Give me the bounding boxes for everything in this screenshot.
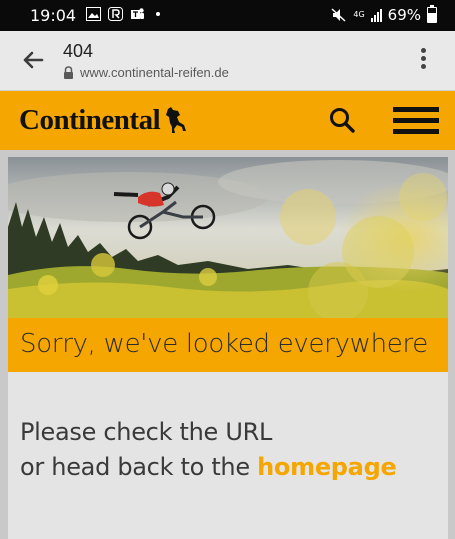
homepage-link[interactable]: homepage [257,453,397,481]
hero-image-mountain-biker [8,157,448,318]
more-vert-icon[interactable] [421,48,427,72]
gallery-icon [86,7,101,21]
tab-title: 404 [63,41,94,61]
battery-percent: 69% [387,6,421,24]
mute-icon [331,8,346,22]
search-icon[interactable] [328,106,356,134]
hamburger-menu-icon[interactable] [393,107,439,134]
browser-toolbar: 404 www.continental-reifen.de [0,31,455,91]
more-notifications-dot [156,12,160,16]
url-text: www.continental-reifen.de [80,65,229,80]
lock-icon [64,66,73,79]
battery-icon [427,5,437,23]
network-type: 4G [353,10,365,19]
message-line-2-text: or head back to the [20,453,258,481]
error-heading: Sorry, we've looked everywhere [20,329,429,359]
notification-icons [86,7,160,21]
message-line-2: or head back to the homepage [20,450,397,485]
r-app-icon [108,7,123,21]
message-line-1: Please check the URL [20,418,273,446]
signal-icon [370,8,382,22]
status-bar: 19:04 4G 69% [0,0,455,31]
site-header: Continental [0,91,455,150]
horse-icon [166,107,187,133]
logo-text: Continental [19,103,161,136]
error-banner: Sorry, we've looked everywhere [8,318,448,372]
continental-logo[interactable]: Continental [19,104,188,136]
error-content: Sorry, we've looked everywhere Please ch… [8,157,448,539]
address-bar[interactable]: www.continental-reifen.de [63,65,229,80]
system-status: 4G 69% [331,5,437,24]
status-time: 19:04 [30,6,77,25]
error-message: Please check the URL or head back to the… [20,415,397,485]
back-arrow-icon[interactable] [20,47,46,73]
teams-icon [131,8,144,19]
